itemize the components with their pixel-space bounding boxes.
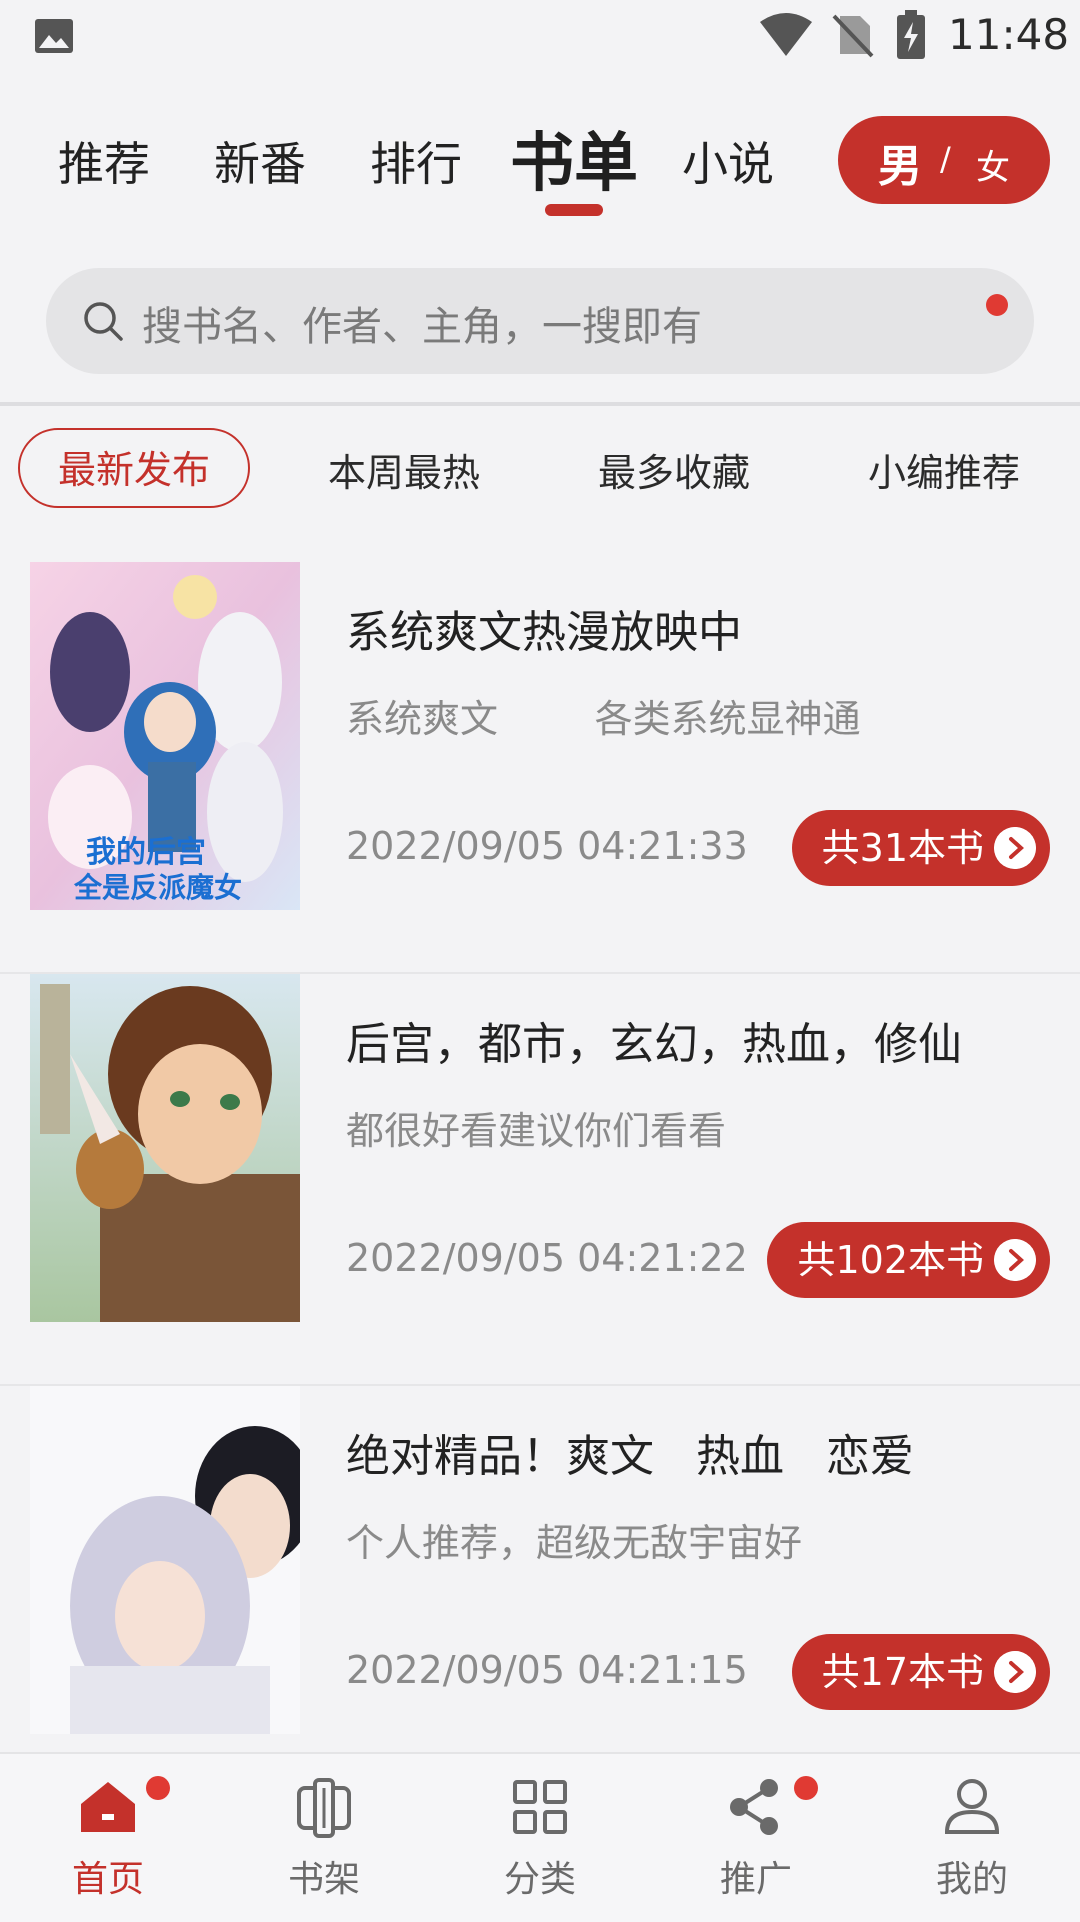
nav-home-badge [146, 1776, 170, 1800]
booklist-tags: 都很好看建议你们看看 [346, 1109, 727, 1153]
battery-charging-icon [897, 10, 925, 59]
nav-category-label: 分类 [503, 1859, 576, 1900]
booklist-tags: 个人推荐，超级无敌宇宙好 [346, 1521, 803, 1565]
book-count-button[interactable]: 共17本书 [791, 1634, 1050, 1710]
book-count-label: 共17本书 [821, 1650, 984, 1694]
tab-recommend[interactable]: 推荐 [58, 128, 150, 194]
search-notification-dot [986, 294, 1008, 316]
booklist-item[interactable]: 我的后宫 全是反派魔女 系统爽文热漫放映中 系统爽文 各类系统显神通 2022/… [0, 562, 1080, 974]
chevron-right-icon [994, 1239, 1036, 1281]
top-tab-bar: 推荐 新番 排行 书单 小说 男 / 女 [0, 108, 1080, 218]
booklist-title: 后宫，都市，玄幻，热血，修仙 [346, 1019, 962, 1070]
nav-bookshelf[interactable]: 书架 [254, 1774, 394, 1914]
header-divider [0, 402, 1080, 406]
no-sim-icon [832, 14, 874, 58]
share-icon [730, 1779, 778, 1835]
nav-home[interactable]: 首页 [38, 1774, 178, 1914]
gender-separator: / [940, 140, 951, 178]
nav-promote-label: 推广 [719, 1859, 792, 1900]
nav-profile[interactable]: 我的 [902, 1774, 1042, 1914]
bookshelf-icon [297, 1778, 351, 1838]
clock: 11:48 [948, 10, 1070, 59]
book-count-label: 共102本书 [797, 1238, 984, 1282]
home-icon [81, 1782, 135, 1832]
tab-new-anime[interactable]: 新番 [214, 128, 306, 194]
book-count-button[interactable]: 共31本书 [791, 810, 1050, 886]
booklist-date: 2022/09/05 04:21:22 [346, 1236, 748, 1280]
booklist-item[interactable]: 绝对精品！爽文 热血 恋爱 个人推荐，超级无敌宇宙好 2022/09/05 04… [0, 1386, 1080, 1798]
wifi-icon [760, 13, 812, 56]
filter-most-favorited[interactable]: 最多收藏 [598, 442, 750, 497]
nav-bookshelf-label: 书架 [287, 1859, 360, 1900]
tab-novel[interactable]: 小说 [682, 128, 774, 194]
tab-ranking[interactable]: 排行 [370, 128, 462, 194]
cover-title-text-2: 全是反派魔女 [73, 871, 242, 904]
booklist-tags: 系统爽文 各类系统显神通 [346, 697, 861, 741]
nav-promote[interactable]: 推广 [686, 1774, 826, 1914]
booklist-title: 系统爽文热漫放映中 [346, 607, 742, 658]
booklist-item[interactable]: 后宫，都市，玄幻，热血，修仙 都很好看建议你们看看 2022/09/05 04:… [0, 974, 1080, 1386]
filter-weekly-hot[interactable]: 本周最热 [328, 442, 480, 497]
nav-home-label: 首页 [71, 1859, 144, 1900]
search-icon [84, 302, 123, 341]
active-tab-indicator [545, 204, 603, 216]
user-icon [944, 1779, 1000, 1834]
book-count-label: 共31本书 [821, 826, 984, 870]
booklist-cover: 我的后宫 全是反派魔女 [30, 562, 300, 910]
cover-title-text-1: 我的后宫 [86, 835, 206, 870]
book-count-button[interactable]: 共102本书 [767, 1222, 1050, 1298]
booklist-date: 2022/09/05 04:21:33 [346, 824, 748, 868]
bottom-nav: 首页 书架 分类 推广 我的 [0, 1752, 1080, 1922]
image-notification-icon [35, 19, 73, 53]
gender-female-label: 女 [976, 148, 1010, 188]
nav-category[interactable]: 分类 [470, 1774, 610, 1914]
booklist-cover [30, 974, 300, 1322]
chevron-right-icon [994, 827, 1036, 869]
booklist-date: 2022/09/05 04:21:15 [346, 1648, 748, 1692]
gender-male-label: 男 [878, 141, 922, 192]
search-placeholder: 搜书名、作者、主角，一搜即有 [142, 304, 702, 350]
filter-editor-picks[interactable]: 小编推荐 [868, 442, 1020, 497]
filter-bar: 最新发布 本周最热 最多收藏 小编推荐 [0, 428, 1080, 514]
chevron-right-icon [994, 1651, 1036, 1693]
search-input[interactable]: 搜书名、作者、主角，一搜即有 [46, 268, 1034, 374]
booklist-cover [30, 1386, 300, 1734]
nav-profile-label: 我的 [935, 1859, 1008, 1900]
gender-toggle[interactable]: 男 / 女 [838, 116, 1050, 204]
category-grid-icon [513, 1780, 567, 1834]
status-bar: 11:48 [0, 0, 1080, 74]
booklist-title: 绝对精品！爽文 热血 恋爱 [346, 1431, 914, 1482]
tab-booklist[interactable]: 书单 [510, 112, 638, 204]
nav-promote-badge [794, 1776, 818, 1800]
filter-latest[interactable]: 最新发布 [18, 428, 250, 508]
